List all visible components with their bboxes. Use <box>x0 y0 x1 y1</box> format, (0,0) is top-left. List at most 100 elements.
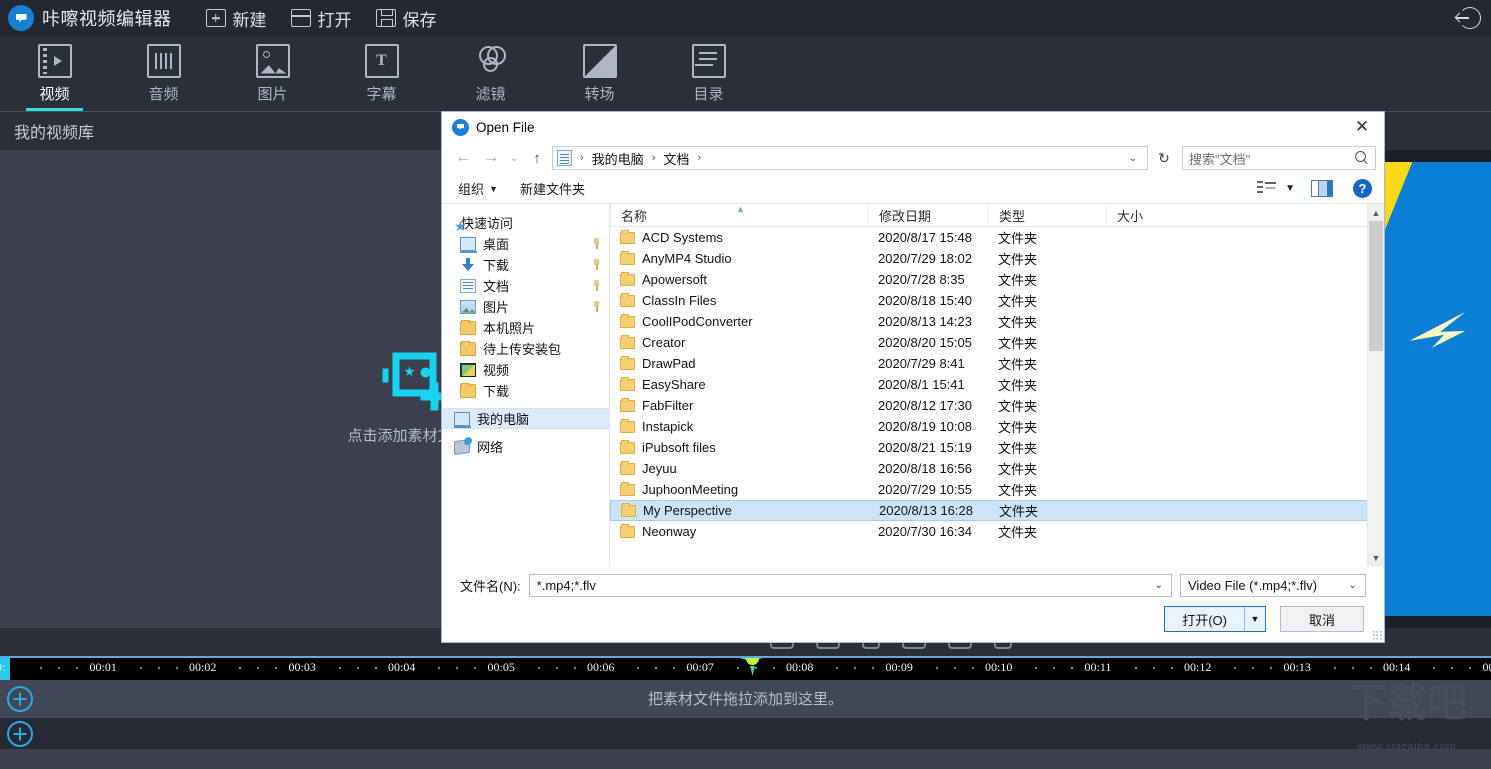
download-icon <box>460 258 476 272</box>
tab-audio[interactable]: 音频 <box>109 36 218 111</box>
tab-video[interactable]: 视频 <box>0 36 109 111</box>
column-header-size[interactable]: 大小 <box>1106 204 1186 227</box>
sidebar-item[interactable]: 我的电脑 <box>442 408 609 429</box>
file-name-label: Neonway <box>642 524 696 539</box>
table-row[interactable]: ACD Systems2020/8/17 15:48文件夹 <box>610 227 1384 248</box>
menu-save[interactable]: 保存 <box>364 2 449 35</box>
timeline-track-audio[interactable] <box>0 718 1491 749</box>
sidebar-item[interactable]: 视频 <box>442 359 609 380</box>
table-row[interactable]: AnyMP4 Studio2020/7/29 18:02文件夹 <box>610 248 1384 269</box>
table-row[interactable]: DrawPad2020/7/29 8:41文件夹 <box>610 353 1384 374</box>
scroll-down-icon[interactable]: ▼ <box>1368 549 1384 566</box>
sidebar-item[interactable]: 图片 <box>442 296 609 317</box>
file-date-cell: 2020/8/18 16:56 <box>868 461 988 476</box>
refresh-icon[interactable]: ↻ <box>1152 146 1176 170</box>
sidebar-item[interactable]: 待上传安装包 <box>442 338 609 359</box>
tab-filter[interactable]: 滤镜 <box>436 36 545 111</box>
file-type-filter-select[interactable]: Video File (*.mp4;*.flv) ⌄ <box>1180 574 1366 597</box>
file-list-scrollbar[interactable]: ▲ ▼ <box>1367 204 1384 566</box>
sidebar-item[interactable]: 文档 <box>442 275 609 296</box>
sidebar-item[interactable]: 下载 <box>442 380 609 401</box>
table-row[interactable]: FabFilter2020/8/12 17:30文件夹 <box>610 395 1384 416</box>
column-header-date[interactable]: 修改日期 <box>868 204 988 227</box>
timeline-subtick <box>456 667 458 669</box>
organize-button[interactable]: 组织 ▼ <box>450 176 506 201</box>
new-file-icon <box>206 9 226 27</box>
table-row[interactable]: My Perspective2020/8/13 16:28文件夹 <box>610 500 1384 521</box>
open-folder-icon <box>291 9 311 27</box>
timeline-track-video[interactable]: 把素材文件拖拉添加到这里。 <box>0 680 1491 718</box>
cancel-button[interactable]: 取消 <box>1280 606 1364 632</box>
chevron-down-icon[interactable]: ⌄ <box>506 146 522 170</box>
timeline-subtick <box>357 667 359 669</box>
view-options-caret-icon[interactable]: ▼ <box>1285 183 1295 194</box>
pin-icon[interactable] <box>592 238 601 249</box>
menu-open[interactable]: 打开 <box>279 2 364 35</box>
table-row[interactable]: ClassIn Files2020/8/18 15:40文件夹 <box>610 290 1384 311</box>
pin-icon[interactable] <box>592 259 601 270</box>
timeline-tick: 00: <box>1483 660 1491 675</box>
table-row[interactable]: EasyShare2020/8/1 15:41文件夹 <box>610 374 1384 395</box>
logout-icon[interactable] <box>1459 7 1481 29</box>
playhead-icon[interactable] <box>737 656 765 676</box>
sidebar-item[interactable]: 本机照片 <box>442 317 609 338</box>
preview-pane-icon[interactable] <box>1311 180 1333 197</box>
file-name-label: ClassIn Files <box>642 293 716 308</box>
arrow-up-icon[interactable]: ↑ <box>524 146 550 170</box>
new-folder-button[interactable]: 新建文件夹 <box>512 176 593 201</box>
sidebar-item[interactable]: 下载 <box>442 254 609 275</box>
table-row[interactable]: JuphoonMeeting2020/7/29 10:55文件夹 <box>610 479 1384 500</box>
open-button-dropdown-icon[interactable]: ▼ <box>1245 607 1265 631</box>
column-header-type[interactable]: 类型 <box>988 204 1106 227</box>
view-options-icon[interactable] <box>1257 180 1277 198</box>
timeline-tick: 00:01 <box>90 660 117 675</box>
close-icon[interactable]: ✕ <box>1346 115 1378 139</box>
tab-image[interactable]: 图片 <box>218 36 327 111</box>
sidebar-item[interactable]: 网络 <box>442 436 609 457</box>
breadcrumb[interactable]: › 我的电脑 › 文档 › ⌄ <box>552 146 1148 170</box>
folder-icon <box>620 484 635 496</box>
scrollbar-track[interactable] <box>1368 221 1384 549</box>
table-row[interactable]: Neonway2020/7/30 16:34文件夹 <box>610 521 1384 542</box>
chevron-down-icon[interactable]: ⌄ <box>1151 580 1167 591</box>
arrow-right-icon[interactable]: → <box>478 146 504 170</box>
tab-image-label: 图片 <box>257 83 287 104</box>
tab-subtitle[interactable]: T 字幕 <box>327 36 436 111</box>
add-media-icon <box>382 352 448 410</box>
chevron-down-icon[interactable]: ⌄ <box>1345 580 1361 591</box>
table-row[interactable]: Creator2020/8/20 15:05文件夹 <box>610 332 1384 353</box>
file-name-cell: ClassIn Files <box>610 293 868 308</box>
table-row[interactable]: Instapick2020/8/19 10:08文件夹 <box>610 416 1384 437</box>
file-type-cell: 文件夹 <box>988 270 1106 289</box>
timeline-subtick <box>854 667 856 669</box>
timeline-ruler[interactable]: 00:00:0100:0200:0300:0400:0500:0600:0700… <box>0 656 1491 680</box>
scroll-up-icon[interactable]: ▲ <box>1368 204 1384 221</box>
open-button[interactable]: 打开(O) ▼ <box>1164 606 1266 632</box>
sidebar-item[interactable]: 桌面 <box>442 233 609 254</box>
tab-transition[interactable]: 转场 <box>545 36 654 111</box>
add-track-icon[interactable] <box>7 686 33 712</box>
folder-icon <box>620 442 635 454</box>
table-row[interactable]: Jeyuu2020/8/18 16:56文件夹 <box>610 458 1384 479</box>
timeline-subtick <box>1135 667 1137 669</box>
computer-icon <box>454 412 470 426</box>
breadcrumb-item-1[interactable]: 文档 <box>661 149 691 168</box>
breadcrumb-dropdown-icon[interactable]: ⌄ <box>1123 153 1143 164</box>
dialog-resize-grip[interactable] <box>1372 630 1382 640</box>
table-row[interactable]: CoolIPodConverter2020/8/13 14:23文件夹 <box>610 311 1384 332</box>
filename-input[interactable]: *.mp4;*.flv ⌄ <box>529 574 1172 597</box>
table-row[interactable]: Apowersoft2020/7/28 8:35文件夹 <box>610 269 1384 290</box>
pin-icon[interactable] <box>592 280 601 291</box>
arrow-left-icon[interactable]: ← <box>450 146 476 170</box>
help-icon[interactable]: ? <box>1353 179 1372 198</box>
breadcrumb-item-0[interactable]: 我的电脑 <box>590 149 646 168</box>
sidebar-item[interactable]: 快速访问 <box>442 212 609 233</box>
timeline-tick: 00:05 <box>488 660 515 675</box>
search-input[interactable]: 搜索"文档" <box>1182 146 1376 170</box>
table-row[interactable]: iPubsoft files2020/8/21 15:19文件夹 <box>610 437 1384 458</box>
tab-catalog[interactable]: 目录 <box>654 36 763 111</box>
menu-new[interactable]: 新建 <box>194 2 279 35</box>
sidebar-item-label: 网络 <box>477 437 503 456</box>
scrollbar-thumb[interactable] <box>1369 221 1383 351</box>
pin-icon[interactable] <box>592 301 601 312</box>
